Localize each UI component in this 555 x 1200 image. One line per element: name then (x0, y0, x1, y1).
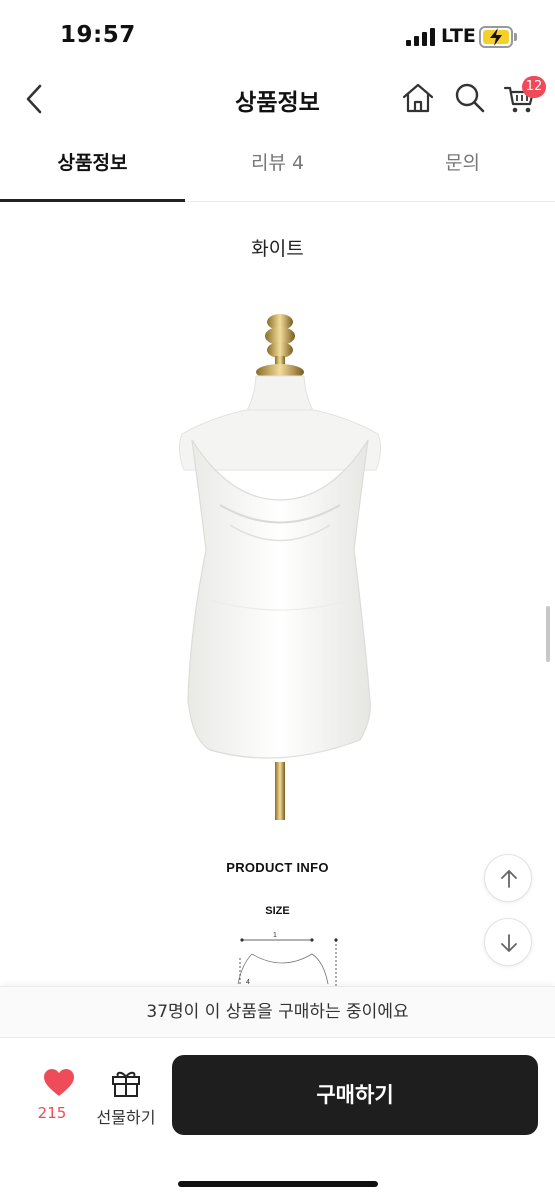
gift-button[interactable]: 선물하기 (90, 1068, 162, 1128)
tab-product-info[interactable]: 상품정보 (0, 142, 185, 202)
gift-label: 선물하기 (96, 1108, 156, 1127)
like-button[interactable]: 215 (22, 1068, 82, 1128)
search-icon (455, 83, 485, 113)
size-mark-1: 1 (273, 932, 277, 939)
cart-badge: 12 (522, 76, 546, 98)
bottom-bar: 215 선물하기 구매하기 (0, 1038, 555, 1200)
back-icon (26, 84, 42, 114)
tab-inquiry[interactable]: 문의 (370, 142, 555, 202)
back-button[interactable] (18, 80, 52, 118)
tab-underline (0, 199, 185, 202)
arrow-up-icon (501, 870, 517, 888)
tab-reviews[interactable]: 리뷰 4 (185, 142, 370, 202)
signal-icon (406, 28, 436, 46)
product-image (178, 314, 382, 820)
app-header: 상품정보 (0, 70, 555, 128)
home-icon (402, 83, 434, 113)
arrow-down-icon (501, 934, 517, 952)
like-count: 215 (37, 1104, 67, 1122)
status-time: 19:57 (60, 22, 136, 48)
product-info-title: PRODUCT INFO (226, 860, 329, 875)
size-title: SIZE (265, 905, 290, 917)
scrollbar[interactable] (546, 606, 550, 662)
scroll-bottom-button[interactable] (484, 918, 532, 966)
status-bar: 19:57 LTE (0, 0, 555, 70)
battery-icon (479, 26, 517, 48)
heart-icon (44, 1069, 74, 1096)
network-label: LTE (441, 25, 476, 47)
buy-button[interactable]: 구매하기 (172, 1055, 538, 1135)
size-diagram: 1 4 (237, 932, 338, 988)
size-mark-4: 4 (246, 979, 250, 986)
tab-bar: 상품정보 리뷰 4 문의 (0, 142, 555, 202)
home-indicator (178, 1181, 378, 1187)
color-label: 화이트 (251, 238, 304, 260)
search-button[interactable] (452, 80, 488, 116)
gift-icon (112, 1071, 140, 1097)
purchase-notice: 37명이 이 상품을 구매하는 중이에요 (0, 986, 555, 1038)
home-button[interactable] (400, 80, 436, 116)
scroll-top-button[interactable] (484, 854, 532, 902)
